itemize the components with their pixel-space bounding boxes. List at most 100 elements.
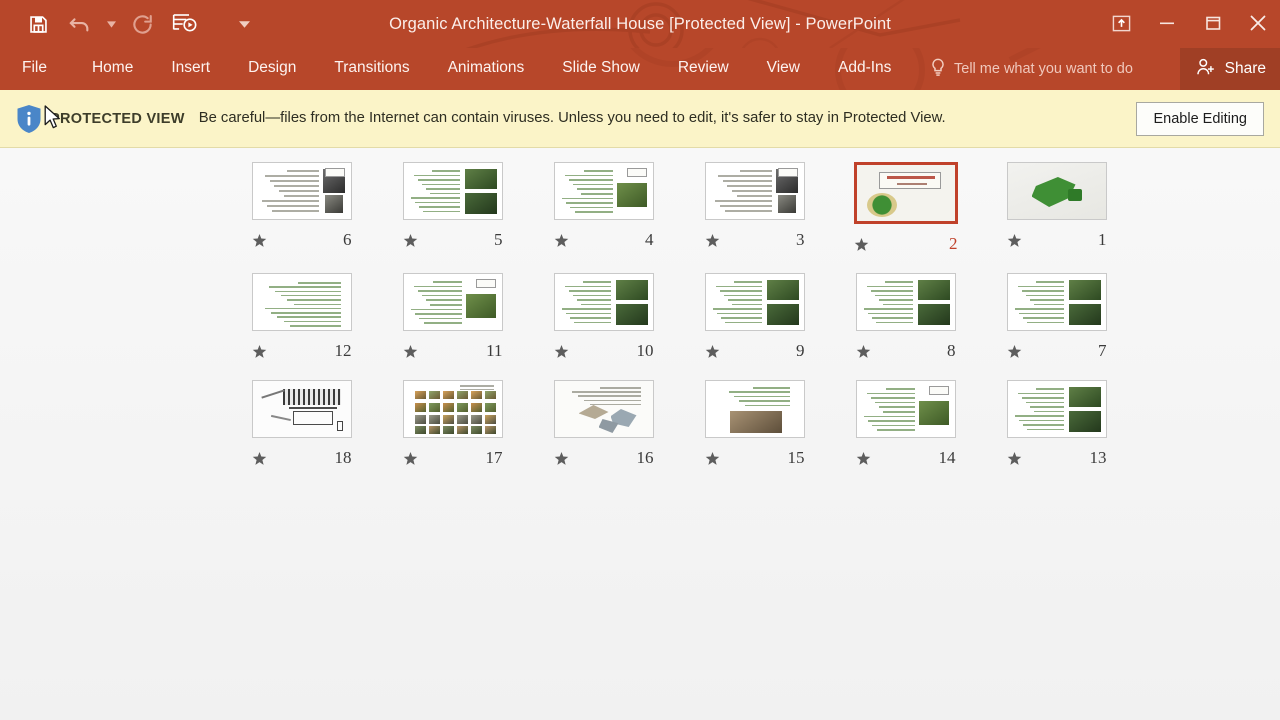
- restore-icon[interactable]: [1190, 0, 1236, 46]
- star-icon[interactable]: [554, 451, 569, 466]
- slide-thumbnail-13[interactable]: 13: [981, 380, 1132, 468]
- star-icon[interactable]: [252, 451, 267, 466]
- star-icon[interactable]: [1007, 451, 1022, 466]
- slide-grid: 1 2 3 4 5 6 7 8 9 10 11 12 13 14 15 16 1…: [0, 162, 1280, 487]
- slide-thumbnail-2[interactable]: 2: [830, 162, 981, 254]
- share-label: Share: [1224, 60, 1266, 77]
- slide-thumbnail-image[interactable]: [1006, 380, 1107, 438]
- slide-thumbnail-16[interactable]: 16: [528, 380, 679, 468]
- slide-thumbnail-18[interactable]: 18: [226, 380, 377, 468]
- ribbon-display-options-icon[interactable]: [1098, 0, 1144, 46]
- tab-insert[interactable]: Insert: [171, 59, 210, 80]
- redo-icon[interactable]: [122, 5, 162, 43]
- slide-number: 2: [949, 234, 958, 253]
- slide-thumbnail-image[interactable]: [855, 380, 956, 438]
- slide-sorter-pane[interactable]: 1 2 3 4 5 6 7 8 9 10 11 12 13 14 15 16 1…: [0, 105, 1280, 720]
- tab-slide-show[interactable]: Slide Show: [562, 59, 640, 80]
- customize-quick-access-chevron-down-icon[interactable]: [230, 5, 258, 43]
- star-icon[interactable]: [856, 344, 871, 359]
- star-icon[interactable]: [854, 237, 869, 252]
- slide-thumbnail-3[interactable]: 3: [679, 162, 830, 254]
- slide-thumbnail-12[interactable]: 12: [226, 273, 377, 361]
- slide-thumbnail-15[interactable]: 15: [679, 380, 830, 468]
- star-icon-glyph: [252, 233, 266, 247]
- star-icon[interactable]: [403, 233, 418, 248]
- share-button[interactable]: Share: [1179, 48, 1280, 90]
- slide-meta: 9: [705, 341, 805, 361]
- tab-view[interactable]: View: [767, 59, 800, 80]
- star-icon[interactable]: [705, 344, 720, 359]
- slide-thumbnail-6[interactable]: 6: [226, 162, 377, 254]
- star-icon[interactable]: [403, 344, 418, 359]
- slide-meta: 13: [1007, 448, 1107, 468]
- minimize-icon[interactable]: [1144, 0, 1190, 46]
- slide-thumbnail-image[interactable]: [704, 380, 805, 438]
- slide-thumbnail-9[interactable]: 9: [679, 273, 830, 361]
- slide-number: 10: [636, 341, 654, 360]
- star-icon[interactable]: [252, 344, 267, 359]
- present-icon[interactable]: [164, 5, 204, 43]
- slide-thumbnail-image[interactable]: [402, 162, 503, 220]
- slide-number: 9: [796, 341, 805, 360]
- slide-thumbnail-image[interactable]: [251, 162, 352, 220]
- close-icon[interactable]: [1236, 0, 1280, 46]
- lightbulb-icon: [930, 58, 946, 81]
- slide-meta: 8: [856, 341, 956, 361]
- slide-thumbnail-17[interactable]: 17: [377, 380, 528, 468]
- slide-number: 14: [938, 448, 956, 467]
- slide-thumbnail-1[interactable]: 1: [981, 162, 1132, 254]
- undo-icon[interactable]: [60, 5, 100, 43]
- tab-home[interactable]: Home: [92, 59, 133, 80]
- star-icon-glyph: [554, 233, 568, 247]
- protected-view-bar: PROTECTED VIEW Be careful—files from the…: [0, 90, 1280, 148]
- slide-thumbnail-image[interactable]: [553, 162, 654, 220]
- star-icon[interactable]: [705, 451, 720, 466]
- save-icon[interactable]: [18, 5, 58, 43]
- slide-thumbnail-8[interactable]: 8: [830, 273, 981, 361]
- star-icon[interactable]: [554, 233, 569, 248]
- star-icon[interactable]: [403, 451, 418, 466]
- tell-me-search[interactable]: Tell me what you want to do: [930, 48, 1133, 90]
- tab-design[interactable]: Design: [248, 59, 296, 80]
- slide-thumbnail-image[interactable]: [553, 273, 654, 331]
- star-icon[interactable]: [705, 233, 720, 248]
- slide-thumbnail-image[interactable]: [853, 162, 958, 224]
- slide-thumbnail-14[interactable]: 14: [830, 380, 981, 468]
- mouse-pointer: [44, 105, 60, 129]
- star-icon[interactable]: [252, 233, 267, 248]
- slide-thumbnail-image[interactable]: [704, 162, 805, 220]
- slide-thumbnail-image[interactable]: [251, 273, 352, 331]
- slide-thumbnail-10[interactable]: 10: [528, 273, 679, 361]
- window-controls: [1098, 0, 1280, 46]
- star-icon[interactable]: [1007, 233, 1022, 248]
- star-icon-glyph: [403, 451, 417, 465]
- slide-thumbnail-7[interactable]: 7: [981, 273, 1132, 361]
- star-icon-glyph: [403, 344, 417, 358]
- shield-info-icon: [12, 104, 46, 134]
- slide-thumbnail-image[interactable]: [553, 380, 654, 438]
- tab-animations[interactable]: Animations: [448, 59, 525, 80]
- slide-thumbnail-4[interactable]: 4: [528, 162, 679, 254]
- tab-transitions[interactable]: Transitions: [334, 59, 409, 80]
- star-icon[interactable]: [856, 451, 871, 466]
- protected-view-message: Be careful—files from the Internet can c…: [198, 110, 946, 127]
- slide-thumbnail-image[interactable]: [1006, 273, 1107, 331]
- tab-file[interactable]: File: [22, 59, 47, 80]
- enable-editing-button[interactable]: Enable Editing: [1136, 101, 1264, 136]
- slide-thumbnail-image[interactable]: [704, 273, 805, 331]
- slide-thumbnail-image[interactable]: [402, 380, 503, 438]
- slide-thumbnail-image[interactable]: [1006, 162, 1107, 220]
- slide-thumbnail-image[interactable]: [402, 273, 503, 331]
- slide-thumbnail-11[interactable]: 11: [377, 273, 528, 361]
- slide-thumbnail-image[interactable]: [855, 273, 956, 331]
- star-icon-glyph: [1007, 233, 1021, 247]
- tab-review[interactable]: Review: [678, 59, 729, 80]
- slide-meta: 18: [252, 448, 352, 468]
- undo-chevron-down-icon[interactable]: [102, 5, 120, 43]
- tab-add-ins[interactable]: Add-Ins: [838, 59, 891, 80]
- slide-number: 1: [1098, 230, 1107, 249]
- star-icon[interactable]: [1007, 344, 1022, 359]
- star-icon[interactable]: [554, 344, 569, 359]
- slide-thumbnail-image[interactable]: [251, 380, 352, 438]
- slide-thumbnail-5[interactable]: 5: [377, 162, 528, 254]
